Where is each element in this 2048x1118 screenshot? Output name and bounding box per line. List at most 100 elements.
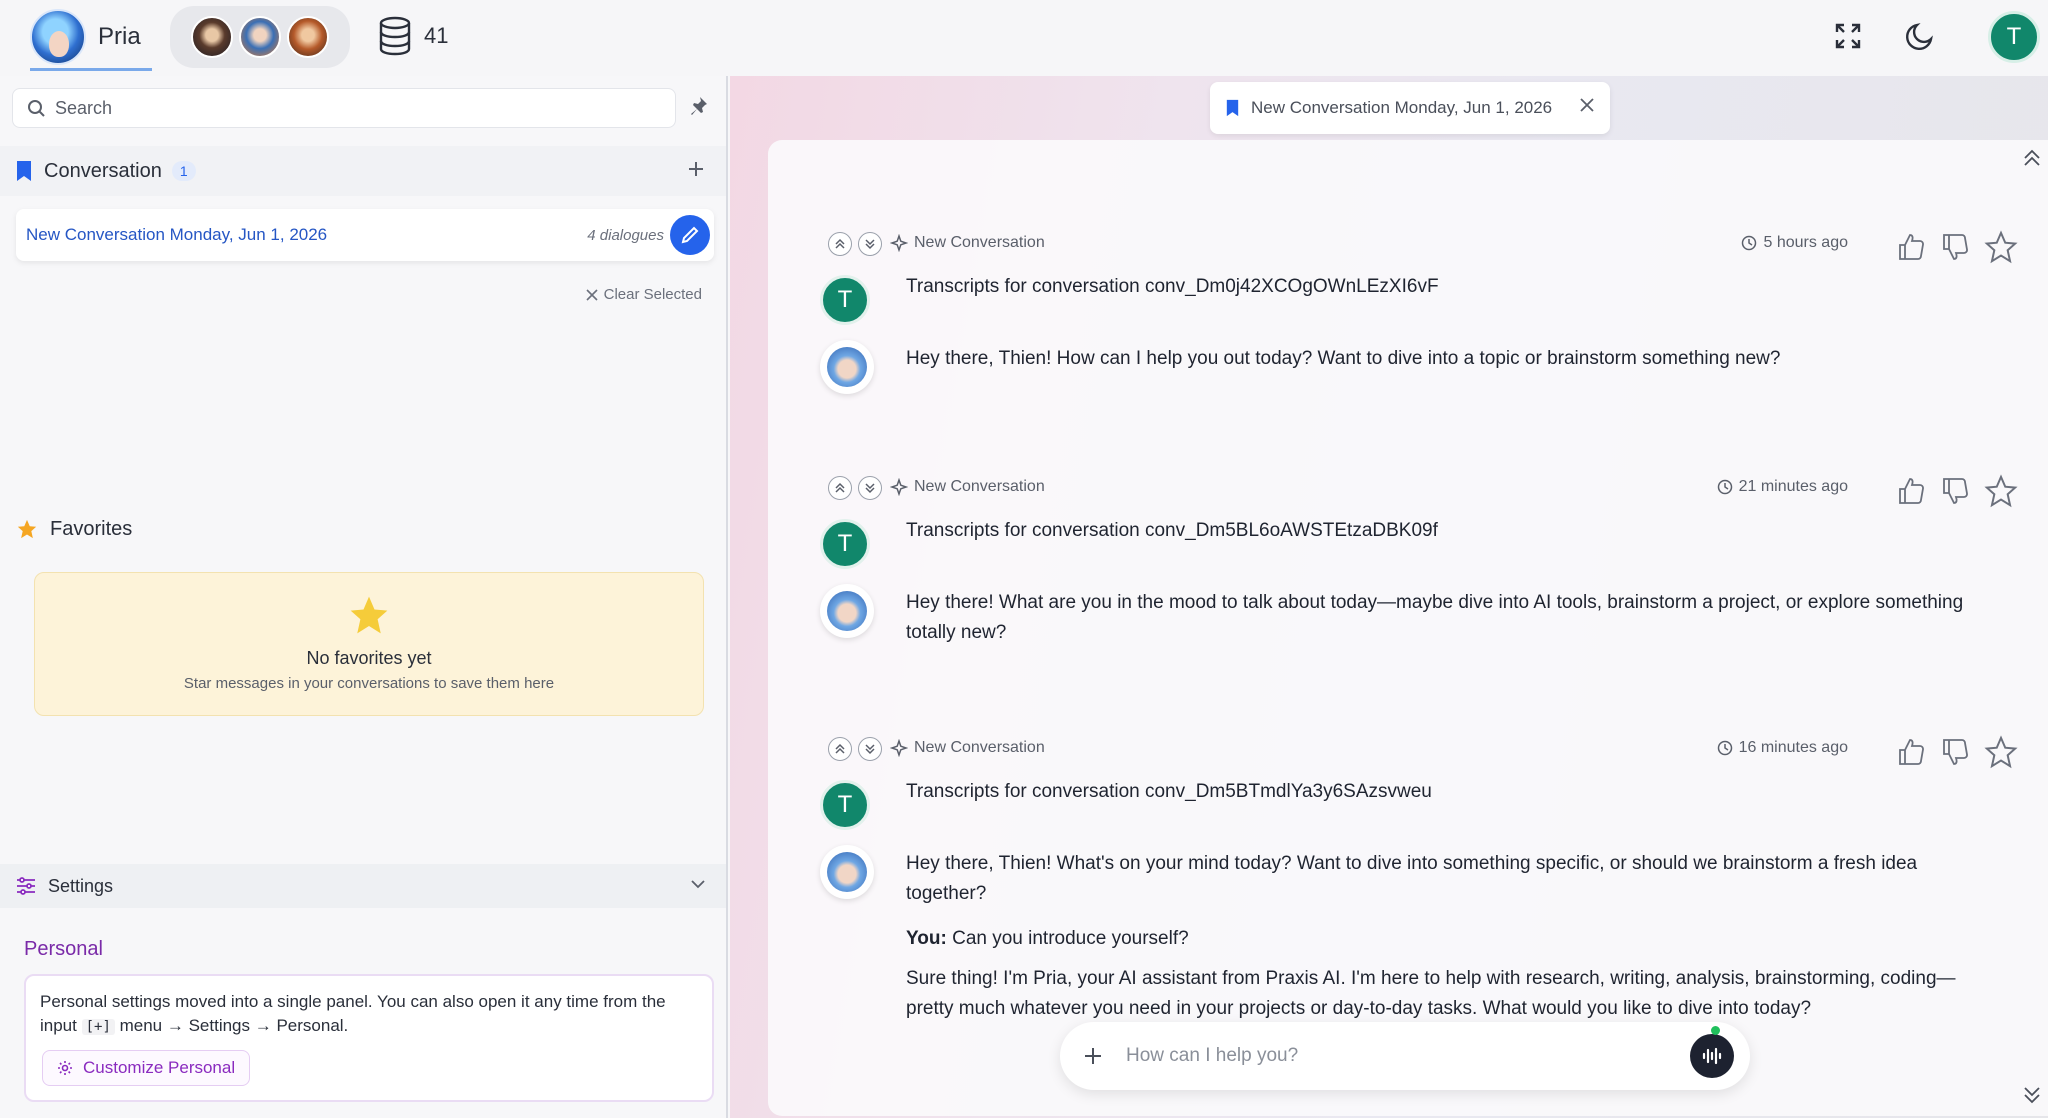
customize-personal-button[interactable]: Customize Personal xyxy=(42,1050,251,1086)
agent-avatar-1[interactable] xyxy=(191,16,233,58)
database-icon xyxy=(379,16,411,56)
theme-toggle-button[interactable] xyxy=(1904,20,1936,52)
star-icon[interactable] xyxy=(1984,474,2018,508)
star-icon xyxy=(17,519,37,539)
plus-icon xyxy=(689,162,703,176)
conversation-tab-label: New Conversation Monday, Jun 1, 2026 xyxy=(1251,98,1553,117)
add-conversation-button[interactable] xyxy=(686,159,706,184)
fullscreen-button[interactable] xyxy=(1834,22,1862,50)
thumbs-up-icon[interactable] xyxy=(1896,737,1926,767)
scroll-to-top-button[interactable] xyxy=(2022,148,2042,173)
double-chevron-down-icon xyxy=(865,483,875,494)
personal-settings-panel: Personal settings moved into a single pa… xyxy=(24,974,714,1102)
sliders-icon xyxy=(17,877,35,895)
database-counter[interactable]: 41 xyxy=(378,16,448,56)
top-right-controls: T xyxy=(1798,0,2048,76)
voice-button[interactable] xyxy=(1690,1034,1734,1078)
clear-selected-button[interactable]: Clear Selected xyxy=(586,286,702,303)
edit-conversation-button[interactable] xyxy=(670,215,710,255)
top-bar: Pria 41 T xyxy=(0,0,2048,76)
fullscreen-icon xyxy=(1835,23,1861,49)
message-label: New Conversation xyxy=(914,234,1045,251)
user-avatar: T xyxy=(820,519,870,569)
conversation-list-item[interactable]: New Conversation Monday, Jun 1, 2026 4 d… xyxy=(16,209,714,261)
you-text: Can you introduce yourself? xyxy=(946,928,1189,949)
user-message: Transcripts for conversation conv_Dm0j42… xyxy=(906,276,1439,297)
sparkle-icon xyxy=(890,478,908,496)
you-label: You: xyxy=(906,928,947,949)
sparkle-icon xyxy=(890,234,908,252)
message-meta-row: New Conversation 16 minutes ago xyxy=(828,735,2018,769)
agent-group-selector[interactable] xyxy=(170,6,350,68)
conversation-tab[interactable]: New Conversation Monday, Jun 1, 2026 xyxy=(1210,82,1610,134)
next-message-button[interactable] xyxy=(858,737,882,761)
close-tab-button[interactable] xyxy=(1580,98,1594,117)
user-avatar-button[interactable]: T xyxy=(1988,11,2040,63)
agent-tab-pria[interactable]: Pria xyxy=(30,5,152,71)
message-time: 5 hours ago xyxy=(1763,234,1848,251)
double-chevron-up-icon xyxy=(835,238,845,249)
double-chevron-up-icon xyxy=(835,482,845,493)
search-icon xyxy=(28,100,45,117)
pin-button[interactable] xyxy=(688,96,708,121)
ai-avatar xyxy=(820,845,874,899)
bookmark-icon xyxy=(17,161,31,181)
prev-message-button[interactable] xyxy=(828,737,852,761)
agent-name: Pria xyxy=(98,22,141,50)
agent-avatar xyxy=(30,8,86,65)
star-icon[interactable] xyxy=(1984,735,2018,769)
chevron-down-icon xyxy=(691,880,705,889)
next-message-button[interactable] xyxy=(858,476,882,500)
favorites-title: Favorites xyxy=(50,517,133,540)
plus-icon[interactable] xyxy=(1082,1045,1104,1067)
pencil-icon xyxy=(681,226,699,244)
chat-input[interactable] xyxy=(1126,1045,1646,1067)
prev-message-button[interactable] xyxy=(828,476,852,500)
thumbs-down-icon[interactable] xyxy=(1940,232,1970,262)
favorites-section-header: Favorites xyxy=(0,504,726,554)
main-panel: New Conversation Monday, Jun 1, 2026 New… xyxy=(730,76,2048,1118)
agent-avatar-3[interactable] xyxy=(287,16,329,58)
thumbs-down-icon[interactable] xyxy=(1940,476,1970,506)
ai-message: Hey there, Thien! How can I help you out… xyxy=(906,348,1781,369)
user-message: Transcripts for conversation conv_Dm5BL6… xyxy=(906,520,1438,541)
next-message-button[interactable] xyxy=(858,232,882,256)
voice-status-dot xyxy=(1711,1026,1720,1035)
double-chevron-up-icon xyxy=(2024,149,2040,166)
voice-icon xyxy=(1702,1047,1722,1065)
favorites-empty-state: No favorites yet Star messages in your c… xyxy=(34,572,704,716)
user-message: Transcripts for conversation conv_Dm5BTm… xyxy=(906,781,1432,802)
search-input[interactable] xyxy=(55,97,615,119)
pin-icon xyxy=(691,97,707,115)
thumbs-down-icon[interactable] xyxy=(1940,737,1970,767)
double-chevron-up-icon xyxy=(835,743,845,754)
search-box[interactable] xyxy=(12,88,676,128)
message-label: New Conversation xyxy=(914,739,1045,756)
thumbs-up-icon[interactable] xyxy=(1896,232,1926,262)
settings-section-header[interactable]: Settings xyxy=(0,864,726,908)
ai-message-2: Sure thing! I'm Pria, your AI assistant … xyxy=(906,968,1956,1019)
bookmark-icon xyxy=(1226,99,1239,117)
prev-message-button[interactable] xyxy=(828,232,852,256)
scroll-to-bottom-button[interactable] xyxy=(2022,1085,2042,1110)
conversation-item-title: New Conversation Monday, Jun 1, 2026 xyxy=(26,225,328,244)
agent-avatar-2[interactable] xyxy=(239,16,281,58)
star-icon xyxy=(350,596,388,634)
sidebar: Conversation 1 New Conversation Monday, … xyxy=(0,76,728,1118)
gear-icon xyxy=(58,1061,72,1075)
close-icon xyxy=(586,288,598,301)
chat-card[interactable]: New Conversation 5 hours ago T Transcrip… xyxy=(768,140,2048,1116)
clear-selected-label: Clear Selected xyxy=(603,286,702,303)
conversation-count-badge: 1 xyxy=(171,161,196,181)
chat-input-bar[interactable] xyxy=(1060,1022,1750,1090)
thumbs-up-icon[interactable] xyxy=(1896,476,1926,506)
settings-title: Settings xyxy=(48,875,114,896)
customize-personal-label: Customize Personal xyxy=(83,1058,236,1077)
conversation-section-title: Conversation xyxy=(44,159,162,182)
personal-settings-text-2: menu → Settings → Personal. xyxy=(114,1016,349,1035)
settings-collapse-button[interactable] xyxy=(690,876,706,897)
moon-icon xyxy=(1906,23,1933,50)
star-icon[interactable] xyxy=(1984,230,2018,264)
message-time: 16 minutes ago xyxy=(1738,739,1848,756)
close-icon xyxy=(1580,98,1594,112)
